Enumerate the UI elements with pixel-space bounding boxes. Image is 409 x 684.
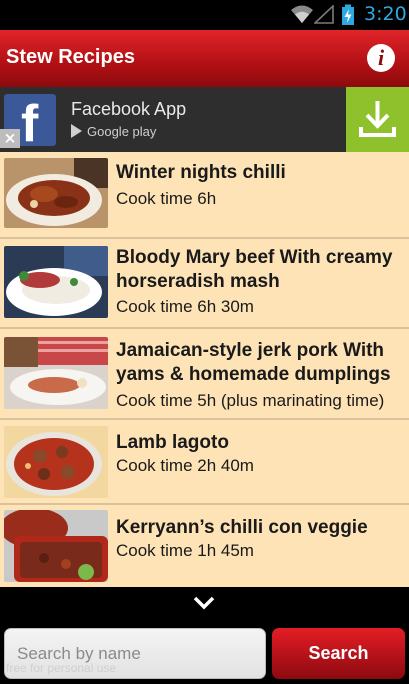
recipe-cook-time: Cook time 5h (plus marinating time) (116, 391, 385, 410)
list-item[interactable]: Bloody Mary beef With creamy horseradish… (0, 239, 409, 329)
recipe-title: Kerryann’s chilli con veggie (116, 517, 368, 538)
recipe-thumbnail (4, 426, 108, 498)
watermark-text: free for personal use (6, 661, 117, 675)
google-play-badge: Google play (71, 124, 156, 139)
wifi-icon (291, 5, 313, 23)
recipe-thumbnail (4, 510, 108, 582)
recipe-cook-time: Cook time 6h (116, 189, 217, 208)
list-item[interactable]: Jamaican-style jerk pork With yams & hom… (0, 329, 409, 420)
ad-title: Facebook App (71, 99, 187, 119)
download-icon (359, 101, 396, 137)
battery-charging-icon (342, 4, 354, 25)
ad-close-button[interactable]: × (0, 129, 20, 148)
close-icon: × (3, 129, 17, 147)
recipe-thumbnail (4, 158, 108, 228)
list-item[interactable]: Kerryann’s chilli con veggie Cook time 1… (0, 505, 409, 587)
info-icon: i (377, 45, 385, 70)
ad-banner[interactable]: f Facebook App Google play (0, 87, 409, 152)
recipe-list[interactable]: Winter nights chilli Cook time 6h Bloody… (0, 152, 409, 587)
recipe-thumbnail (4, 246, 108, 318)
recipe-title: Bloody Mary beef With creamy horseradish… (116, 247, 393, 292)
recipe-title: Jamaican-style jerk pork With yams & hom… (116, 340, 391, 385)
app-bar: Stew Recipes i (0, 30, 409, 87)
ad-store-label: Google play (87, 124, 157, 139)
list-item[interactable]: Lamb lagoto Cook time 2h 40m (0, 420, 409, 505)
recipe-cook-time: Cook time 1h 45m (116, 541, 254, 560)
status-bar: 3:20 (0, 0, 409, 30)
list-item[interactable]: Winter nights chilli Cook time 6h (0, 152, 409, 239)
recipe-cook-time: Cook time 6h 30m (116, 297, 254, 316)
signal-icon (314, 5, 334, 24)
status-time: 3:20 (364, 3, 407, 25)
search-button[interactable]: Search (272, 628, 405, 679)
play-icon (71, 124, 82, 138)
recipe-title: Winter nights chilli (116, 162, 286, 183)
download-button[interactable] (346, 87, 409, 152)
recipe-title: Lamb lagoto (116, 432, 229, 453)
app-title: Stew Recipes (6, 46, 135, 68)
recipe-thumbnail (4, 337, 108, 409)
chevron-down-icon[interactable] (193, 596, 215, 610)
recipe-cook-time: Cook time 2h 40m (116, 456, 254, 475)
info-button[interactable]: i (367, 44, 395, 72)
